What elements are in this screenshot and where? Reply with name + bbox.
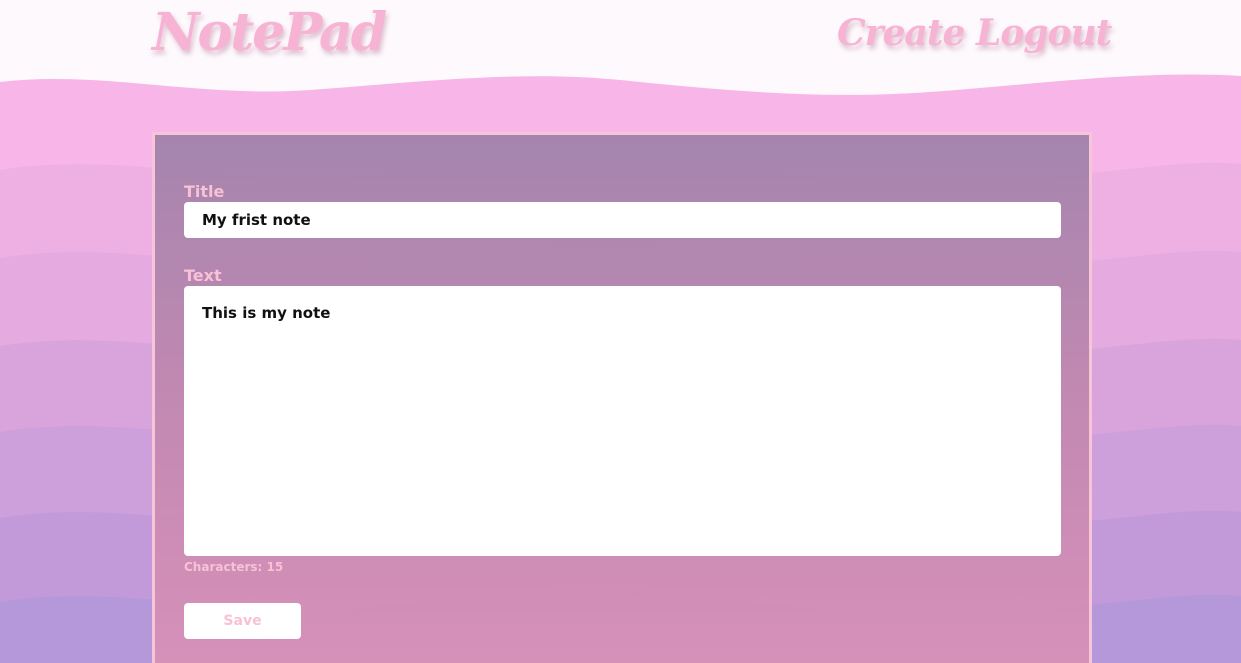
text-label: Text <box>184 266 222 285</box>
title-label: Title <box>184 182 225 201</box>
title-input[interactable]: My frist note <box>184 202 1061 238</box>
top-header: NotePad Create Logout <box>0 0 1241 80</box>
app-logo[interactable]: NotePad <box>152 2 387 63</box>
note-form-panel: Title My frist note Text This is my note… <box>152 132 1092 663</box>
character-count: Characters: 15 <box>184 560 284 574</box>
nav-logout-link[interactable]: Logout <box>976 12 1112 54</box>
save-button[interactable]: Save <box>184 603 301 639</box>
text-textarea[interactable]: This is my note <box>184 286 1061 556</box>
nav-create-link[interactable]: Create <box>837 12 965 54</box>
